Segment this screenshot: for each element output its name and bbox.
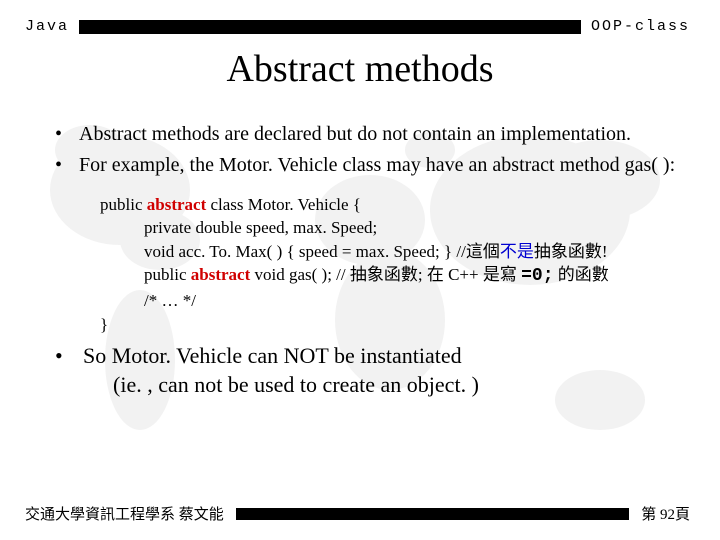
code-keyword: abstract bbox=[191, 265, 250, 284]
code-line: void acc. To. Max( ) { speed = max. Spee… bbox=[100, 240, 720, 263]
code-line: } bbox=[100, 313, 720, 336]
code-line: public abstract class Motor. Vehicle { bbox=[100, 193, 720, 216]
code-highlight: 不是 bbox=[500, 242, 534, 261]
footer-bar: 交通大學資訊工程學系 蔡文能 第 92頁 bbox=[0, 503, 720, 524]
code-text: void gas( ); // 抽象函數; 在 C++ 是寫 bbox=[250, 265, 521, 284]
code-keyword: abstract bbox=[147, 195, 206, 214]
code-line: public abstract void gas( ); // 抽象函數; 在 … bbox=[100, 263, 720, 289]
bullet-item: Abstract methods are declared but do not… bbox=[55, 121, 680, 148]
header-left-label: Java bbox=[25, 18, 69, 35]
footer-divider bbox=[236, 508, 629, 520]
bullet-list-bottom: So Motor. Vehicle can NOT be instantiate… bbox=[0, 342, 720, 399]
page-number: 第 92頁 bbox=[641, 503, 690, 524]
bullet-item: For example, the Motor. Vehicle class ma… bbox=[55, 152, 680, 179]
code-text: public bbox=[100, 195, 147, 214]
header-divider bbox=[79, 20, 581, 34]
header-right-label: OOP-class bbox=[591, 18, 690, 35]
bullet-subtext: (ie. , can not be used to create an obje… bbox=[83, 371, 680, 400]
bullet-item: So Motor. Vehicle can NOT be instantiate… bbox=[55, 342, 680, 399]
code-text: 抽象函數! bbox=[534, 242, 608, 261]
footer-author: 交通大學資訊工程學系 蔡文能 bbox=[25, 503, 224, 524]
code-text: void acc. To. Max( ) { speed = max. Spee… bbox=[144, 242, 500, 261]
header-bar: Java OOP-class bbox=[0, 0, 720, 35]
code-block: public abstract class Motor. Vehicle { p… bbox=[0, 183, 720, 342]
code-line: /* … */ bbox=[100, 289, 720, 312]
bullet-list-top: Abstract methods are declared but do not… bbox=[0, 121, 720, 179]
code-line: private double speed, max. Speed; bbox=[100, 216, 720, 239]
code-text: public bbox=[144, 265, 191, 284]
code-text: class Motor. Vehicle { bbox=[206, 195, 361, 214]
code-emphasis: =0; bbox=[521, 266, 553, 286]
slide-title: Abstract methods bbox=[0, 47, 720, 91]
bullet-text: So Motor. Vehicle can NOT be instantiate… bbox=[83, 343, 462, 368]
code-text: 的函數 bbox=[554, 265, 609, 284]
